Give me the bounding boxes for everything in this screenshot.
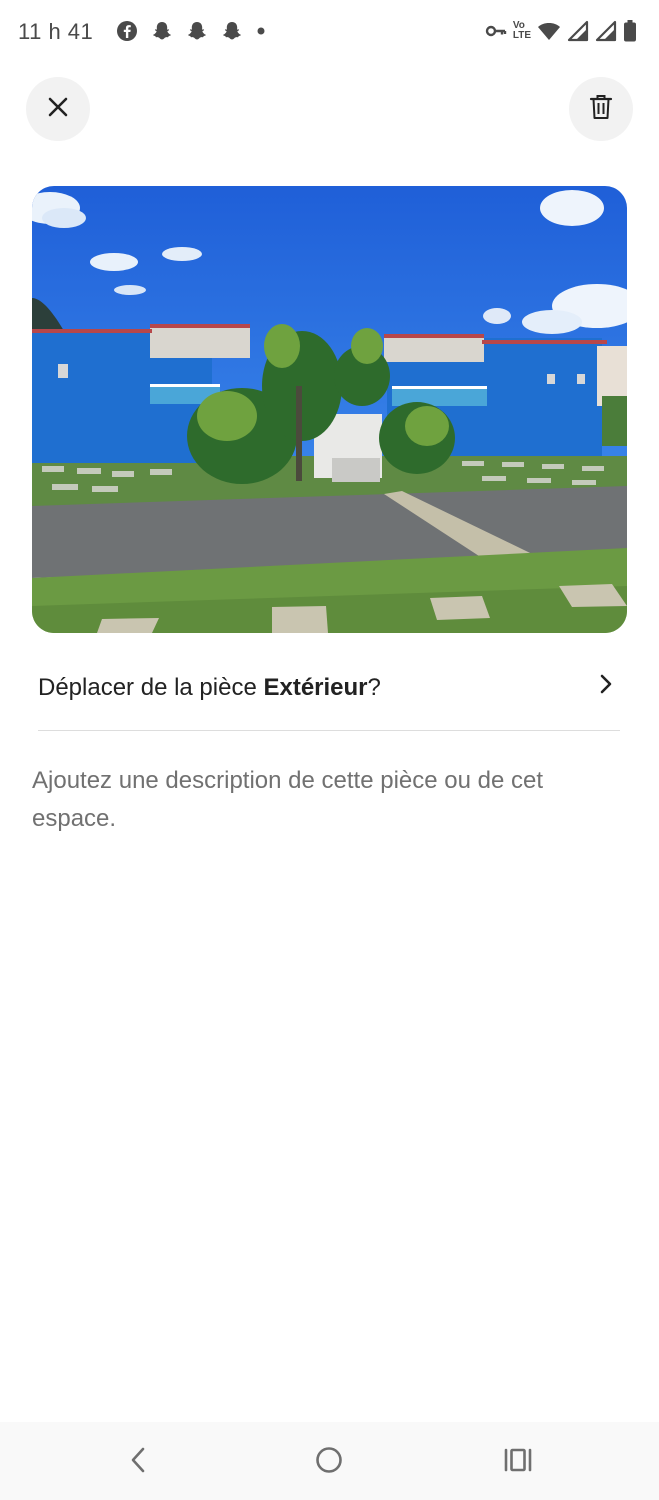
nav-back-button[interactable] [118, 1442, 158, 1482]
nav-home-button[interactable] [309, 1442, 349, 1482]
move-room-name: Extérieur [263, 674, 368, 701]
status-bar: 11 h 41 Vo LTE [0, 0, 659, 64]
vpn-key-icon [485, 20, 507, 42]
signal-icon [595, 20, 617, 42]
move-room-row[interactable]: Déplacer de la pièce Extérieur? [38, 660, 620, 731]
recents-icon [503, 1447, 533, 1478]
room-photo[interactable] [32, 186, 627, 633]
wifi-icon [537, 20, 561, 42]
delete-photo-button[interactable] [569, 77, 633, 141]
photo-image [32, 186, 627, 633]
close-icon [47, 96, 69, 123]
snapchat-icon [151, 20, 173, 42]
snapchat-icon [186, 20, 208, 42]
close-button[interactable] [26, 77, 90, 141]
move-room-suffix: ? [367, 674, 381, 701]
facebook-icon [116, 20, 138, 42]
dot-icon [256, 20, 266, 42]
trash-icon [589, 94, 613, 125]
nav-recents-button[interactable] [498, 1442, 538, 1482]
back-icon [127, 1446, 149, 1479]
chevron-right-icon [596, 672, 616, 701]
description-input[interactable]: Ajoutez une description de cette pièce o… [32, 762, 622, 838]
volte-icon: Vo LTE [513, 21, 531, 41]
signal-icon [567, 20, 589, 42]
snapchat-icon [221, 20, 243, 42]
volte-bottom-label: LTE [512, 30, 531, 41]
move-room-label: Déplacer de la pièce Extérieur? [38, 674, 381, 702]
status-time: 11 h 41 [18, 19, 94, 44]
navigation-bar [0, 1422, 659, 1500]
notification-icons [116, 20, 266, 42]
battery-icon [623, 19, 637, 43]
move-room-prefix: Déplacer de la pièce [38, 674, 264, 701]
system-icons: Vo LTE [485, 19, 637, 43]
home-icon [314, 1445, 344, 1480]
